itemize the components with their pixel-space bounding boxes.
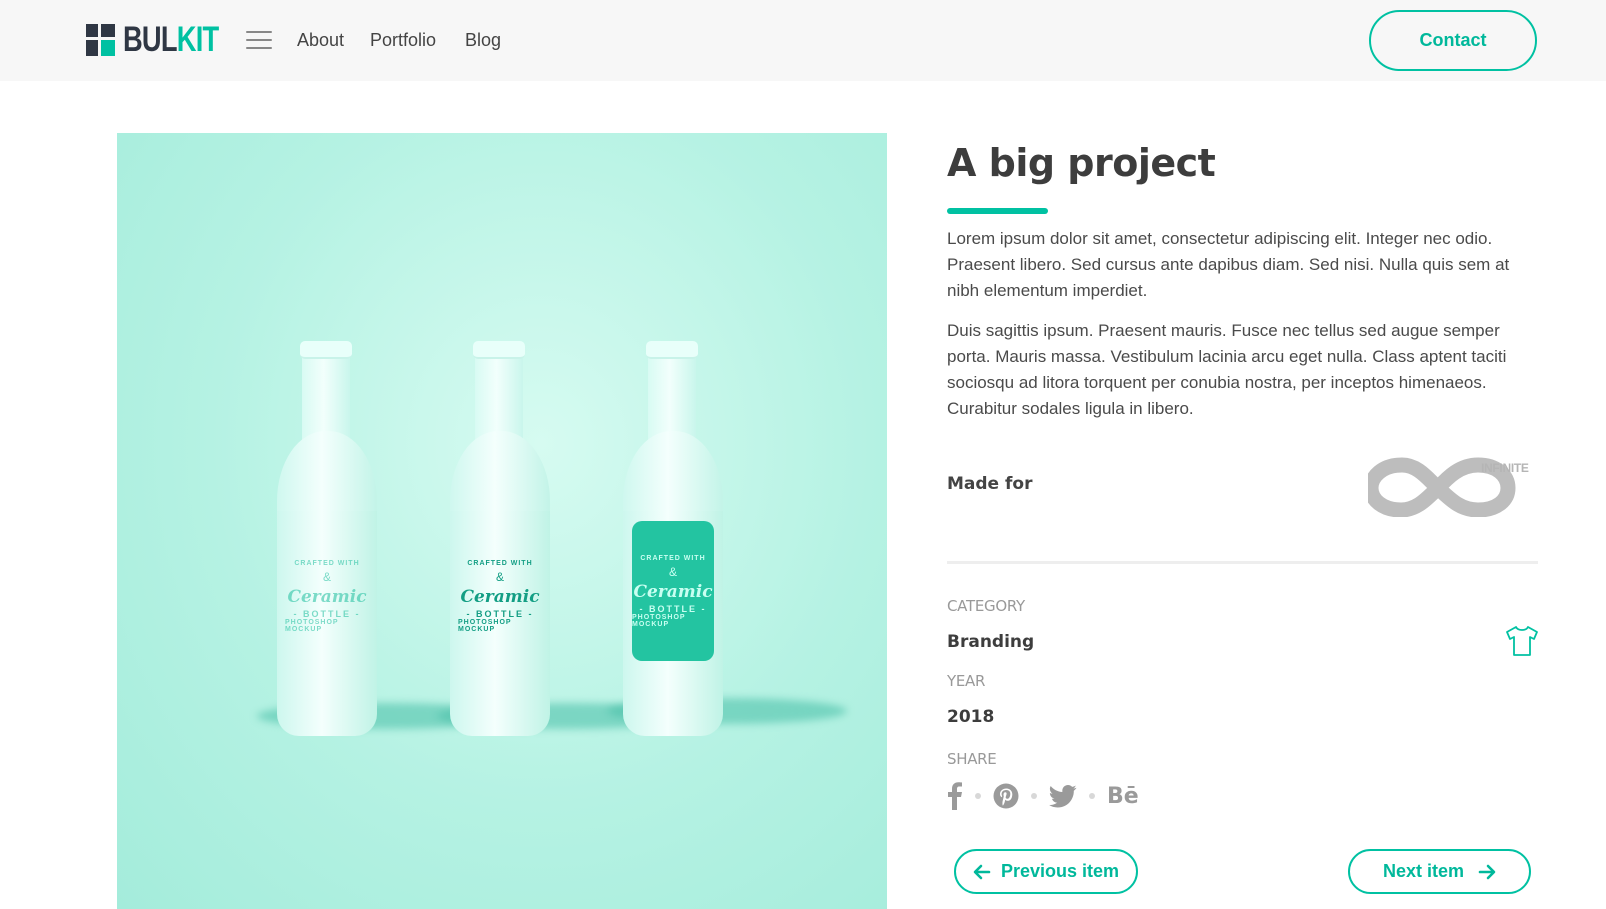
bottle-3: CRAFTED WITH & Ceramic - BOTTLE - PHOTOS… bbox=[623, 341, 723, 736]
client-name: INFINITE bbox=[1481, 461, 1529, 475]
project-description-2: Duis sagittis ipsum. Praesent mauris. Fu… bbox=[947, 321, 1507, 418]
category-value: Branding bbox=[947, 632, 1035, 652]
brand-logo[interactable]: BULKIT bbox=[86, 22, 245, 58]
next-item-button[interactable]: Next item bbox=[1348, 849, 1531, 894]
project-image: CRAFTED WITH & Ceramic - BOTTLE - PHOTOS… bbox=[117, 133, 887, 909]
title-underline bbox=[947, 208, 1048, 214]
category-label: CATEGORY bbox=[947, 597, 1025, 615]
bottle-1: CRAFTED WITH & Ceramic - BOTTLE - PHOTOS… bbox=[277, 341, 377, 736]
divider bbox=[947, 561, 1538, 564]
nav-link-portfolio[interactable]: Portfolio bbox=[370, 28, 436, 52]
previous-item-button[interactable]: Previous item bbox=[954, 849, 1138, 894]
brand-wordmark: BULKIT bbox=[123, 20, 219, 59]
navbar: BULKIT About Portfolio Blog Contact bbox=[0, 0, 1606, 81]
previous-item-label: Previous item bbox=[1000, 861, 1120, 881]
bottle-2: CRAFTED WITH & Ceramic - BOTTLE - PHOTOS… bbox=[450, 341, 550, 736]
made-for-label: Made for bbox=[947, 474, 1033, 494]
pinterest-icon[interactable] bbox=[993, 783, 1019, 809]
brand-mark-icon bbox=[86, 24, 115, 56]
contact-button[interactable]: Contact bbox=[1369, 10, 1537, 71]
arrow-right-icon bbox=[1478, 864, 1496, 880]
hamburger-icon[interactable] bbox=[246, 31, 272, 49]
project-description-1: Lorem ipsum dolor sit amet, consectetur … bbox=[947, 229, 1510, 300]
behance-icon[interactable]: Bē bbox=[1107, 784, 1139, 809]
tshirt-icon bbox=[1506, 626, 1538, 656]
nav-link-blog[interactable]: Blog bbox=[465, 28, 501, 52]
arrow-left-icon bbox=[973, 864, 991, 880]
facebook-icon[interactable] bbox=[947, 782, 963, 810]
share-links: Bē bbox=[947, 780, 1139, 812]
nav-link-about[interactable]: About bbox=[297, 28, 344, 52]
year-value: 2018 bbox=[947, 707, 995, 727]
project-title: A big project bbox=[947, 141, 1216, 185]
next-item-label: Next item bbox=[1382, 861, 1465, 881]
share-label: SHARE bbox=[947, 750, 997, 768]
twitter-icon[interactable] bbox=[1049, 784, 1077, 808]
year-label: YEAR bbox=[947, 672, 986, 690]
